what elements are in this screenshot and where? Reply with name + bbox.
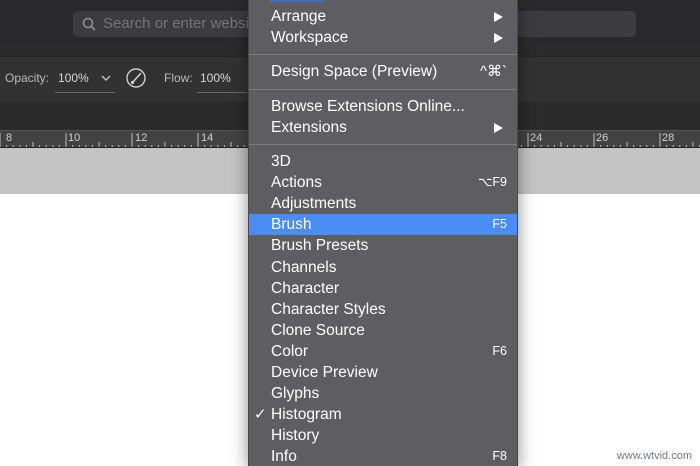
search-icon — [82, 17, 96, 31]
ruler-tick-label: 28 — [662, 132, 675, 144]
menu-item-label: Character — [271, 279, 340, 297]
menu-separator — [249, 54, 517, 55]
opacity-label: Opacity: — [5, 71, 50, 85]
menu-item-label: 3D — [271, 153, 291, 170]
submenu-arrow-icon — [494, 33, 503, 43]
menu-item-label: Adjustments — [271, 195, 357, 213]
ruler-tick-label: 26 — [596, 132, 609, 144]
menu-separator — [249, 89, 517, 90]
flow-value[interactable]: 100% — [200, 71, 231, 85]
submenu-arrow-icon — [494, 12, 503, 22]
menu-item-label: Arrange — [271, 8, 327, 25]
chevron-down-icon[interactable] — [100, 73, 112, 83]
menu-item-device-preview[interactable]: Device Preview — [249, 362, 517, 383]
menu-top-accent — [269, 0, 324, 2]
menu-item-character[interactable]: Character — [249, 278, 517, 299]
menu-item-label: Workspace — [271, 29, 349, 46]
menu-item-label: Character Styles — [271, 300, 386, 318]
menu-item-histogram[interactable]: ✓ Histogram — [249, 404, 517, 425]
menu-item-label: Color — [271, 342, 309, 360]
menu-item-label: Browse Extensions Online... — [271, 98, 465, 115]
opacity-value[interactable]: 100% — [58, 71, 89, 85]
opacity-underline — [55, 92, 115, 93]
menu-item-shortcut: ⌥F9 — [478, 175, 507, 190]
menu-item-shortcut: F6 — [492, 343, 507, 358]
menu-item-label: Glyphs — [271, 385, 320, 403]
menu-item-label: Brush Presets — [271, 237, 369, 255]
airbrush-icon[interactable] — [125, 67, 147, 89]
menu-item-label: Design Space (Preview) — [271, 63, 438, 80]
menu-item-channels[interactable]: Channels — [249, 257, 517, 278]
menu-item-label: Extensions — [271, 119, 347, 136]
menu-separator — [249, 144, 517, 145]
flow-label: Flow: — [164, 71, 193, 85]
menu-item-design-space[interactable]: Design Space (Preview) ^⌘` — [249, 61, 517, 82]
submenu-arrow-icon — [494, 123, 503, 133]
menu-item-glyphs[interactable]: Glyphs — [249, 383, 517, 404]
watermark: www.wtvid.com — [616, 450, 692, 462]
menu-item-color[interactable]: Color F6 — [249, 341, 517, 362]
menu-item-actions[interactable]: Actions ⌥F9 — [249, 172, 517, 193]
menu-item-label: Device Preview — [271, 364, 378, 381]
menu-item-label: Info — [271, 448, 297, 466]
ruler-tick-label: 10 — [68, 132, 81, 144]
ruler-tick-label: 24 — [530, 132, 543, 144]
menu-item-shortcut: F8 — [492, 449, 507, 464]
menu-item-brush-presets[interactable]: Brush Presets — [249, 235, 517, 256]
menu-item-label: Clone Source — [271, 321, 365, 339]
menu-item-brush[interactable]: Brush F5 — [249, 214, 517, 236]
menu-item-character-styles[interactable]: Character Styles — [249, 299, 517, 320]
ruler-tick-label: 12 — [135, 132, 148, 144]
menu-item-history[interactable]: History — [249, 425, 517, 446]
menu-item-arrange[interactable]: Arrange — [249, 6, 517, 27]
menu-item-shortcut: F5 — [492, 217, 507, 232]
flow-underline — [197, 92, 247, 93]
menu-item-extensions[interactable]: Extensions — [249, 117, 517, 138]
menu-item-label: History — [271, 427, 320, 445]
menu-item-workspace[interactable]: Workspace — [249, 27, 517, 48]
menu-item-label: Brush — [271, 216, 312, 234]
checkmark-icon: ✓ — [254, 406, 267, 424]
ruler-tick-label: 8 — [6, 132, 13, 144]
menu-item-shortcut: ^⌘` — [479, 63, 507, 80]
menu-item-label: Actions — [271, 174, 322, 192]
menu-item-label: Channels — [271, 258, 337, 276]
ruler-tick-label: 14 — [201, 132, 214, 144]
menu-item-info[interactable]: Info F8 — [249, 446, 517, 466]
menu-item-3d[interactable]: 3D — [249, 151, 517, 172]
menu-item-adjustments[interactable]: Adjustments — [249, 193, 517, 214]
menu-item-label: Histogram — [271, 406, 342, 424]
window-menu: Arrange Workspace Design Space (Preview)… — [248, 0, 518, 466]
menu-item-clone-source[interactable]: Clone Source — [249, 320, 517, 341]
menu-item-browse-extensions[interactable]: Browse Extensions Online... — [249, 96, 517, 117]
